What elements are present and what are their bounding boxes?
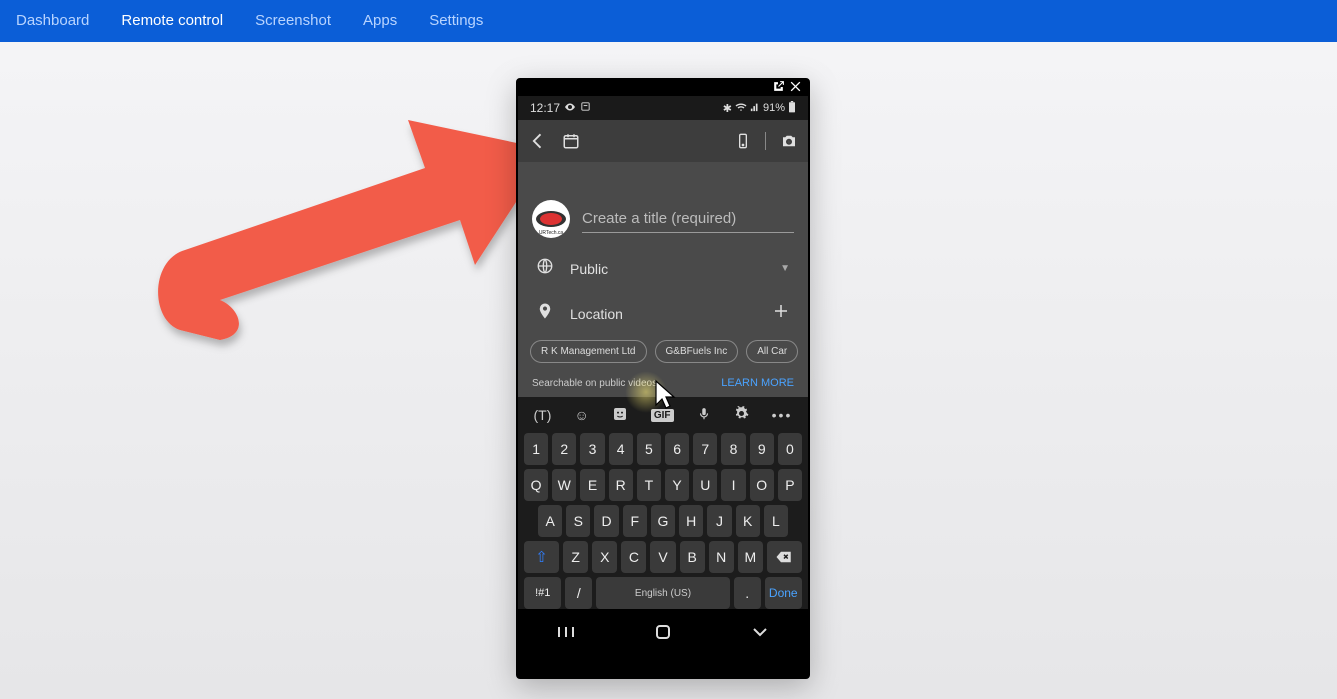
nav-recents[interactable] [551,617,581,647]
key-1[interactable]: 1 [524,433,548,465]
phone-frame: 12:17 ✱ 91% [516,78,810,679]
location-row[interactable]: Location [518,291,808,336]
nav-back[interactable] [745,617,775,647]
key-j[interactable]: J [707,505,731,537]
location-label: Location [570,306,756,322]
add-location-icon[interactable] [772,302,790,325]
kb-emoji-icon[interactable]: ☺ [574,407,588,423]
tab-settings[interactable]: Settings [413,0,499,42]
location-chips: R K Management Ltd G&BFuels Inc All Car [518,336,808,371]
key-period[interactable]: . [734,577,761,609]
key-h[interactable]: H [679,505,703,537]
key-shift[interactable]: ⇧ [524,541,559,573]
key-done[interactable]: Done [765,577,802,609]
back-icon[interactable] [528,131,548,151]
calendar-icon[interactable] [562,132,580,150]
key-5[interactable]: 5 [637,433,661,465]
key-i[interactable]: I [721,469,745,501]
visibility-label: Public [570,261,764,277]
popout-icon[interactable] [772,80,785,96]
learn-more-link[interactable]: LEARN MORE [721,377,794,389]
visibility-row[interactable]: Public ▼ [518,246,808,291]
separator [765,132,766,150]
key-4[interactable]: 4 [609,433,633,465]
key-n[interactable]: N [709,541,734,573]
eye-icon [564,101,576,116]
key-6[interactable]: 6 [665,433,689,465]
annotation-arrow [130,100,570,365]
kb-sticker-icon[interactable] [612,406,628,425]
kb-more-icon[interactable]: ••• [772,407,793,423]
status-time: 12:17 [530,101,560,115]
key-2[interactable]: 2 [552,433,576,465]
key-p[interactable]: P [778,469,802,501]
searchable-note: Searchable on public videos. [532,378,660,389]
tab-remote-control[interactable]: Remote control [105,0,239,42]
key-w[interactable]: W [552,469,576,501]
app-content: URTech.ca Public ▼ Location R K Manageme… [518,162,808,397]
key-slash[interactable]: / [565,577,592,609]
kb-gif-icon[interactable]: GIF [651,409,674,422]
key-f[interactable]: F [623,505,647,537]
key-l[interactable]: L [764,505,788,537]
bluetooth-icon: ✱ [723,102,732,115]
top-nav-bar: Dashboard Remote control Screenshot Apps… [0,0,1337,42]
key-b[interactable]: B [680,541,705,573]
key-q[interactable]: Q [524,469,548,501]
tab-apps[interactable]: Apps [347,0,413,42]
key-t[interactable]: T [637,469,661,501]
key-symbols[interactable]: !#1 [524,577,561,609]
battery-icon [788,101,796,116]
key-space[interactable]: English (US) [596,577,730,609]
app-bar [518,120,808,162]
key-d[interactable]: D [594,505,618,537]
key-o[interactable]: O [750,469,774,501]
kb-mic-icon[interactable] [697,407,711,424]
title-input[interactable] [582,205,794,233]
key-r[interactable]: R [609,469,633,501]
avatar[interactable]: URTech.ca [532,200,570,238]
android-nav-bar [518,613,808,651]
phone-status-bar: 12:17 ✱ 91% [518,96,808,120]
key-8[interactable]: 8 [721,433,745,465]
soft-keyboard: (T) ☺ GIF ••• 1234567890 QWERTYUIOP ASDF… [518,397,808,609]
tab-screenshot[interactable]: Screenshot [239,0,347,42]
key-y[interactable]: Y [665,469,689,501]
key-backspace[interactable] [767,541,802,573]
chip-2[interactable]: All Car [746,340,798,363]
key-x[interactable]: X [592,541,617,573]
key-e[interactable]: E [580,469,604,501]
chevron-down-icon: ▼ [780,263,790,274]
key-7[interactable]: 7 [693,433,717,465]
chip-0[interactable]: R K Management Ltd [530,340,647,363]
notification-icon [580,101,591,115]
key-0[interactable]: 0 [778,433,802,465]
key-m[interactable]: M [738,541,763,573]
avatar-label: URTech.ca [539,230,563,236]
key-v[interactable]: V [650,541,675,573]
key-9[interactable]: 9 [750,433,774,465]
key-s[interactable]: S [566,505,590,537]
kb-text-icon[interactable]: (T) [534,407,552,423]
nav-home[interactable] [648,617,678,647]
chip-1[interactable]: G&BFuels Inc [655,340,739,363]
key-3[interactable]: 3 [580,433,604,465]
key-a[interactable]: A [538,505,562,537]
key-c[interactable]: C [621,541,646,573]
phone-portrait-icon[interactable] [735,133,751,149]
kb-gear-icon[interactable] [734,406,749,424]
signal-icon [750,102,760,115]
close-icon[interactable] [789,80,802,96]
switch-camera-icon[interactable] [780,132,798,150]
key-g[interactable]: G [651,505,675,537]
location-pin-icon [536,302,554,325]
tab-dashboard[interactable]: Dashboard [0,0,105,42]
key-z[interactable]: Z [563,541,588,573]
key-k[interactable]: K [736,505,760,537]
key-u[interactable]: U [693,469,717,501]
wifi-icon [735,101,747,116]
battery-text: 91% [763,102,785,114]
globe-icon [536,257,554,280]
